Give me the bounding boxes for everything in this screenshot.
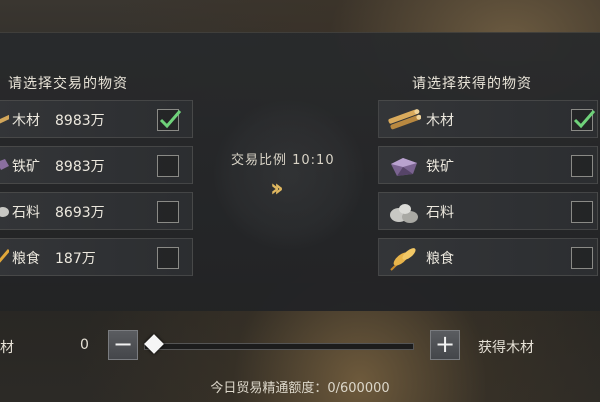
item-name: 木材	[426, 113, 454, 129]
item-name: 铁矿	[426, 159, 454, 175]
select-checkbox[interactable]	[157, 155, 179, 177]
right-column-title: 请选择获得的物资	[412, 76, 532, 92]
slider-resource-label: 材	[0, 340, 14, 356]
wood-icon	[0, 108, 9, 130]
amount-slider-track[interactable]	[144, 343, 414, 350]
obtain-resource-list: 木材 铁矿 石料 粮食	[378, 100, 598, 284]
select-checkbox[interactable]	[157, 247, 179, 269]
obtain-item-stone[interactable]: 石料	[378, 192, 598, 230]
iron-ore-icon	[0, 154, 9, 176]
grain-icon	[387, 246, 416, 271]
obtain-item-iron[interactable]: 铁矿	[378, 146, 598, 184]
item-name: 铁矿	[12, 159, 40, 175]
select-checkbox[interactable]	[571, 201, 593, 223]
wood-icon	[387, 108, 422, 130]
stone-icon	[0, 200, 9, 222]
item-name: 粮食	[12, 251, 40, 267]
item-amount: 187万	[55, 251, 96, 267]
obtain-item-wood[interactable]: 木材	[378, 100, 598, 138]
trade-item-grain[interactable]: 粮食 187万	[0, 238, 193, 276]
item-amount: 8983万	[55, 113, 105, 129]
item-name: 木材	[12, 113, 40, 129]
obtain-resource-label: 获得木材	[478, 340, 534, 356]
double-arrow-right-icon: ››	[270, 174, 284, 202]
select-checkbox[interactable]	[571, 155, 593, 177]
item-name: 粮食	[426, 251, 454, 267]
grain-icon	[0, 246, 9, 268]
daily-trade-quota: 今日贸易精通额度：0/600000	[210, 381, 390, 396]
item-amount: 8693万	[55, 205, 105, 221]
left-column-title: 请选择交易的物资	[8, 76, 128, 92]
iron-ore-icon	[387, 154, 417, 176]
select-checkbox[interactable]	[571, 247, 593, 269]
decrease-button[interactable]: −	[108, 330, 138, 360]
trade-item-wood[interactable]: 木材 8983万	[0, 100, 193, 138]
stone-icon	[387, 200, 418, 223]
select-checkbox[interactable]	[157, 109, 182, 131]
increase-button[interactable]: +	[430, 330, 460, 360]
trade-resource-list: 木材 8983万 铁矿 8983万 石料 8693万 粮食 187万	[0, 100, 193, 284]
select-checkbox[interactable]	[571, 109, 596, 131]
trade-item-iron[interactable]: 铁矿 8983万	[0, 146, 193, 184]
item-name: 石料	[12, 205, 40, 221]
select-checkbox[interactable]	[157, 201, 179, 223]
trade-item-stone[interactable]: 石料 8693万	[0, 192, 193, 230]
exchange-ratio-emblem	[214, 100, 364, 250]
exchange-ratio-label: 交易比例 10:10	[231, 153, 335, 168]
obtain-item-grain[interactable]: 粮食	[378, 238, 598, 276]
item-amount: 8983万	[55, 159, 105, 175]
slider-value: 0	[80, 337, 89, 353]
item-name: 石料	[426, 205, 454, 221]
